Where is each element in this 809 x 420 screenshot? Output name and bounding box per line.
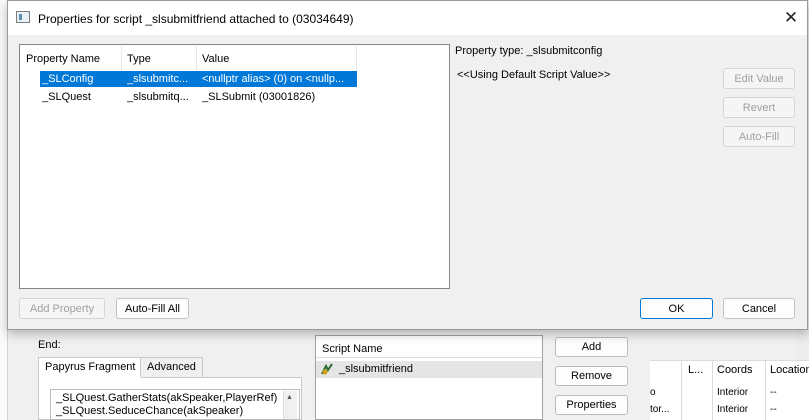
table-cell: Interior — [717, 387, 749, 398]
script-properties-dialog: Properties for script _slsubmitfriend at… — [7, 0, 808, 330]
end-label: End: — [38, 339, 61, 351]
script-properties-button[interactable]: Properties — [555, 395, 628, 415]
table-cell: o — [650, 387, 656, 398]
table-header-coords[interactable]: Coords — [717, 364, 752, 376]
ok-button[interactable]: OK — [640, 298, 713, 319]
table-cell: tor... — [650, 404, 670, 415]
column-divider — [356, 46, 357, 70]
scroll-up-arrow-icon[interactable]: ▲ — [286, 394, 293, 401]
property-name: _SLQuest — [42, 91, 91, 103]
add-script-button[interactable]: Add — [555, 337, 628, 357]
column-divider — [765, 360, 766, 420]
tab-papyrus-fragment[interactable]: Papyrus Fragment — [38, 357, 143, 378]
close-button[interactable]: ✕ — [778, 7, 804, 29]
properties-listview[interactable]: Property Name Type Value _SLConfig _slsu… — [19, 44, 450, 289]
table-cell: -- — [770, 404, 777, 415]
code-line: _SLQuest.SeduceChance(akSpeaker) — [56, 405, 244, 417]
code-line: _SLQuest.GatherStats(akSpeaker,PlayerRef… — [56, 392, 278, 404]
column-header-value[interactable]: Value — [196, 46, 356, 71]
column-header-property-name[interactable]: Property Name — [20, 46, 121, 71]
remove-script-button[interactable]: Remove — [555, 366, 628, 386]
table-cell: -- — [770, 387, 777, 398]
cancel-button[interactable]: Cancel — [723, 298, 795, 319]
auto-fill-button[interactable]: Auto-Fill — [723, 126, 795, 147]
table-cell: Interior — [717, 404, 749, 415]
dialog-title: Properties for script _slsubmitfriend at… — [38, 12, 354, 26]
tab-advanced[interactable]: Advanced — [140, 357, 203, 377]
property-row[interactable]: _SLQuest _slsubmitq... _SLSubmit (030018… — [40, 89, 357, 105]
dialog-titlebar[interactable]: Properties for script _slsubmitfriend at… — [8, 1, 807, 35]
column-divider — [712, 360, 713, 420]
property-value: _SLSubmit (03001826) — [202, 91, 316, 103]
add-property-button[interactable]: Add Property — [19, 298, 105, 319]
revert-button[interactable]: Revert — [723, 97, 795, 118]
property-row[interactable]: _SLConfig _slsubmitc... <nullptr alias> … — [40, 71, 357, 87]
auto-fill-all-button[interactable]: Auto-Fill All — [116, 298, 189, 319]
property-type: _slsubmitq... — [127, 91, 189, 103]
table-header-l[interactable]: L... — [688, 364, 703, 376]
property-value-display: <<Using Default Script Value>> — [457, 69, 611, 81]
property-name: _SLConfig — [42, 73, 94, 85]
column-divider — [681, 360, 682, 420]
property-type-label: Property type: _slsubmitconfig — [455, 45, 603, 57]
script-list-item-label: _slsubmitfriend — [339, 363, 413, 375]
property-type: _slsubmitc... — [127, 73, 189, 85]
window-icon — [16, 11, 30, 23]
table-header-location[interactable]: Location — [770, 364, 809, 376]
column-header-type[interactable]: Type — [121, 46, 196, 71]
edit-value-button[interactable]: Edit Value — [723, 68, 795, 89]
script-list-header[interactable]: Script Name — [316, 336, 542, 358]
script-icon — [321, 363, 333, 375]
property-value: <nullptr alias> (0) on <nullp... — [202, 73, 345, 85]
